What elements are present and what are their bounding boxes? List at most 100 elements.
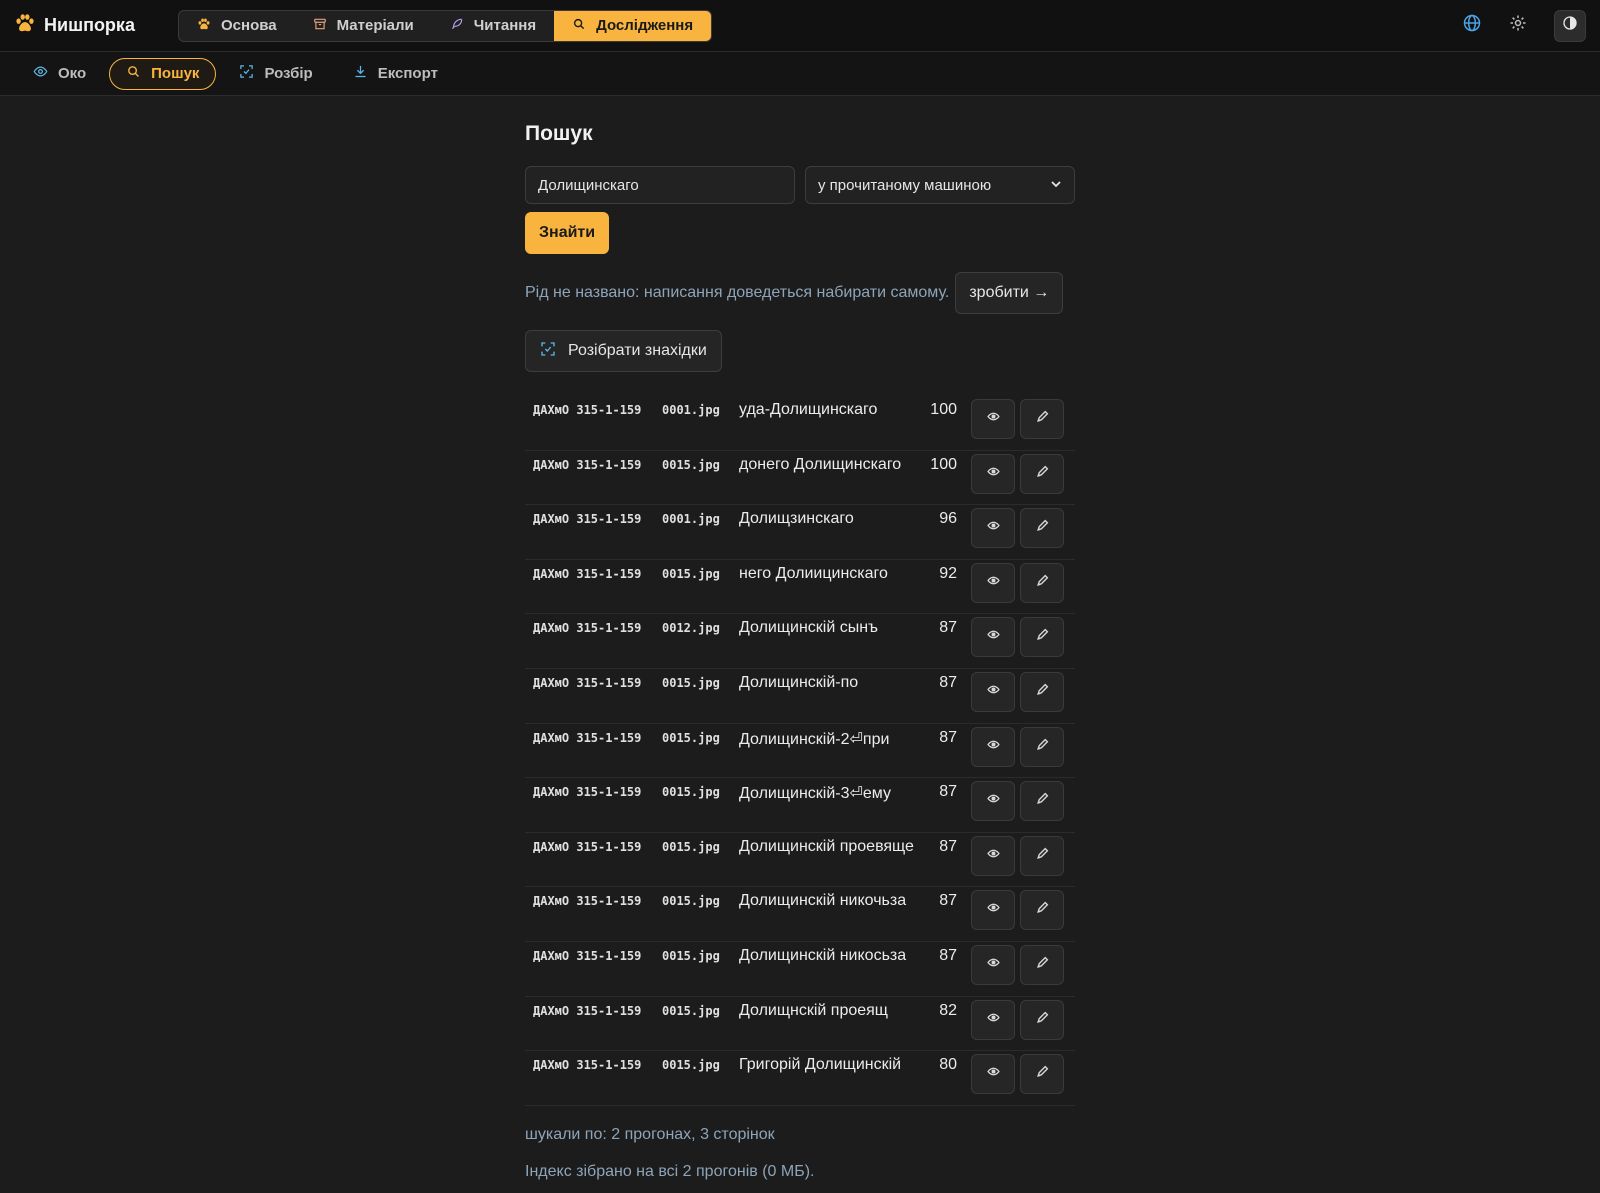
- eye-icon: [986, 1011, 1000, 1029]
- view-button[interactable]: [971, 453, 1015, 494]
- contrast-icon: [1562, 15, 1578, 36]
- tab-osnova[interactable]: Основа: [179, 11, 295, 41]
- result-match: Долищинскій-3⏎ему: [739, 785, 891, 803]
- result-score: 96: [939, 510, 957, 528]
- result-score: 87: [939, 673, 957, 691]
- result-match: Григорій Долищинскій: [739, 1056, 902, 1074]
- view-button[interactable]: [971, 1054, 1015, 1095]
- subtab-export[interactable]: Експорт: [336, 58, 455, 90]
- searched-summary: шукали по: 2 прогонах, 3 сторінок: [525, 1125, 775, 1143]
- paw-icon: [197, 17, 211, 35]
- table-row: ДАХмО 315-1-159 0015.jpg донего Долищинска…: [525, 451, 1075, 506]
- view-button[interactable]: [971, 671, 1015, 712]
- result-score: 80: [939, 1056, 957, 1074]
- edit-button[interactable]: [1020, 1054, 1064, 1095]
- tab-materials[interactable]: Матеріали: [295, 11, 432, 41]
- view-button[interactable]: [971, 617, 1015, 658]
- theme-toggle-button[interactable]: [1554, 9, 1586, 42]
- edit-button[interactable]: [1020, 671, 1064, 712]
- paw-icon: [14, 12, 36, 39]
- result-score: 87: [939, 783, 957, 801]
- view-button[interactable]: [971, 399, 1015, 439]
- make-button[interactable]: зробити →: [955, 272, 1064, 314]
- view-button[interactable]: [971, 944, 1015, 985]
- view-button[interactable]: [971, 726, 1015, 767]
- pencil-icon: [1036, 519, 1049, 537]
- result-file[interactable]: 0015.jpg: [662, 1058, 720, 1072]
- view-button[interactable]: [971, 781, 1015, 822]
- scope-select[interactable]: у прочитаному машиною: [805, 166, 1075, 204]
- subtab-search[interactable]: Пошук: [109, 57, 217, 90]
- edit-button[interactable]: [1020, 562, 1064, 603]
- result-file[interactable]: 0015.jpg: [662, 458, 720, 472]
- pencil-icon: [1036, 738, 1049, 756]
- language-button[interactable]: [1462, 13, 1482, 38]
- eye-icon: [986, 847, 1000, 865]
- view-button[interactable]: [971, 999, 1015, 1040]
- result-score: 92: [939, 564, 957, 582]
- result-file[interactable]: 0015.jpg: [662, 894, 720, 908]
- pencil-icon: [1036, 847, 1049, 865]
- subtab-eye[interactable]: Око: [16, 58, 103, 90]
- subtab-label: Розбір: [264, 65, 313, 82]
- find-button[interactable]: Знайти: [525, 212, 610, 254]
- edit-button[interactable]: [1020, 999, 1064, 1040]
- result-file[interactable]: 0015.jpg: [662, 731, 720, 745]
- result-file[interactable]: 0015.jpg: [662, 785, 720, 799]
- eye-icon: [986, 574, 1000, 592]
- tab-label: Основа: [221, 17, 277, 34]
- page-title: Пошук: [525, 122, 593, 145]
- app-title: Нишпорка: [44, 15, 135, 35]
- search-row: у прочитаному машиною: [525, 166, 1075, 204]
- edit-button[interactable]: [1020, 399, 1064, 439]
- edit-button[interactable]: [1020, 835, 1064, 876]
- edit-button[interactable]: [1020, 781, 1064, 822]
- pencil-icon: [1036, 465, 1049, 483]
- edit-button[interactable]: [1020, 508, 1064, 549]
- scan-icon: [239, 64, 254, 83]
- result-file[interactable]: 0015.jpg: [662, 1004, 720, 1018]
- pencil-icon: [1036, 956, 1049, 974]
- view-button[interactable]: [971, 562, 1015, 603]
- subtab-parse[interactable]: Розбір: [222, 58, 329, 90]
- result-match: Долищзинскаго: [739, 510, 854, 528]
- search-icon: [126, 64, 141, 83]
- archive-icon: [313, 17, 327, 35]
- sub-tabs: Око Пошук Розбір Експорт: [0, 52, 1600, 96]
- result-file[interactable]: 0015.jpg: [662, 567, 720, 581]
- edit-button[interactable]: [1020, 944, 1064, 985]
- view-button[interactable]: [971, 508, 1015, 549]
- result-score: 87: [939, 946, 957, 964]
- search-input[interactable]: [525, 166, 795, 204]
- view-button[interactable]: [971, 890, 1015, 931]
- chevron-down-icon: [1050, 177, 1062, 194]
- results-table: ДАХмО 315-1-159 0001.jpg уда-Долищинскаго 1…: [525, 396, 1075, 1106]
- table-row: ДАХмО 315-1-159 0015.jpg него Долиицинскаг…: [525, 560, 1075, 615]
- settings-button[interactable]: [1508, 13, 1528, 38]
- parse-findings-button[interactable]: Розібрати знахідки: [525, 330, 722, 372]
- app-brand[interactable]: Нишпорка: [14, 12, 164, 39]
- download-icon: [353, 64, 368, 83]
- result-file[interactable]: 0015.jpg: [662, 949, 720, 963]
- top-right-controls: [1462, 9, 1586, 42]
- result-file[interactable]: 0015.jpg: [662, 840, 720, 854]
- view-button[interactable]: [971, 835, 1015, 876]
- tab-label: Читання: [473, 17, 537, 34]
- result-file[interactable]: 0001.jpg: [662, 512, 720, 526]
- eye-icon: [986, 628, 1000, 646]
- globe-icon: [1462, 13, 1482, 38]
- result-score: 87: [939, 619, 957, 637]
- edit-button[interactable]: [1020, 726, 1064, 767]
- pencil-icon: [1036, 1011, 1049, 1029]
- edit-button[interactable]: [1020, 617, 1064, 658]
- result-match: Долищинскій никочьза: [739, 892, 907, 910]
- table-row: ДАХмО 315-1-159 0001.jpg уда-Долищинскаго 1…: [525, 396, 1075, 451]
- gear-icon: [1508, 13, 1528, 38]
- result-file[interactable]: 0001.jpg: [662, 403, 720, 417]
- result-file[interactable]: 0012.jpg: [662, 621, 720, 635]
- tab-reading[interactable]: Читання: [432, 11, 554, 41]
- edit-button[interactable]: [1020, 890, 1064, 931]
- tab-research[interactable]: Дослідження: [554, 10, 712, 41]
- edit-button[interactable]: [1020, 453, 1064, 494]
- result-file[interactable]: 0015.jpg: [662, 676, 720, 690]
